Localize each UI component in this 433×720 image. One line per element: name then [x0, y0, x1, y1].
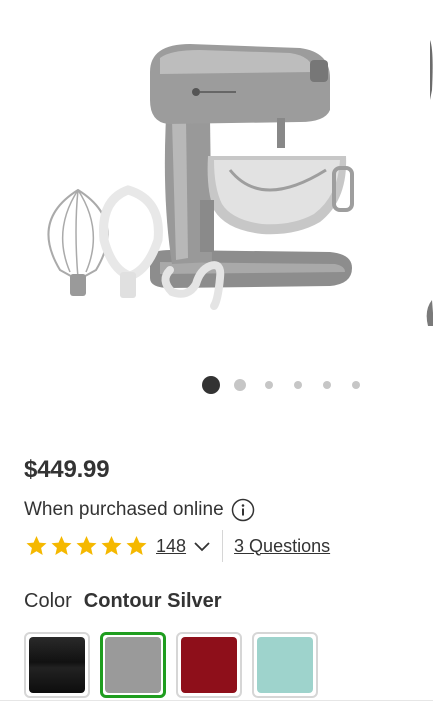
color-swatch-contour-silver[interactable] [100, 632, 166, 698]
product-image-gallery[interactable] [0, 0, 433, 360]
color-swatch-black[interactable] [24, 632, 90, 698]
swatch-fill [257, 637, 313, 693]
color-selector-header: Color Contour Silver [24, 590, 222, 613]
product-price: $449.99 [24, 456, 110, 483]
carousel-dot-6[interactable] [352, 381, 360, 389]
swatch-fill [105, 637, 161, 693]
color-swatch-aqua[interactable] [252, 632, 318, 698]
star-icon [126, 536, 147, 555]
selected-color-name: Contour Silver [83, 590, 222, 612]
questions-link[interactable]: 3 Questions [234, 536, 330, 557]
swatch-fill [29, 637, 85, 693]
bottom-bar [0, 700, 433, 720]
star-icon [51, 536, 72, 555]
purchase-note: When purchased online [24, 499, 224, 520]
star-icon [76, 536, 97, 555]
star-rating[interactable] [24, 534, 149, 558]
color-swatch-red[interactable] [176, 632, 242, 698]
color-label: Color [24, 590, 72, 612]
stand-mixer-image[interactable] [0, 0, 400, 330]
carousel-dot-1[interactable] [202, 376, 220, 394]
swatch-fill [181, 637, 237, 693]
carousel-dot-4[interactable] [294, 381, 302, 389]
carousel-dot-2[interactable] [234, 379, 246, 391]
star-icon [26, 536, 47, 555]
purchase-note-row: When purchased online [24, 498, 255, 522]
info-icon[interactable] [231, 498, 255, 522]
carousel-dot-3[interactable] [265, 381, 273, 389]
rating-row: 148 3 Questions [24, 530, 330, 562]
divider [222, 530, 224, 562]
star-icon [101, 536, 122, 555]
carousel-pagination [0, 376, 433, 394]
next-image-peek[interactable] [420, 30, 433, 330]
carousel-dot-5[interactable] [323, 381, 331, 389]
review-count-link[interactable]: 148 [156, 536, 186, 557]
chevron-down-icon[interactable] [192, 536, 212, 556]
